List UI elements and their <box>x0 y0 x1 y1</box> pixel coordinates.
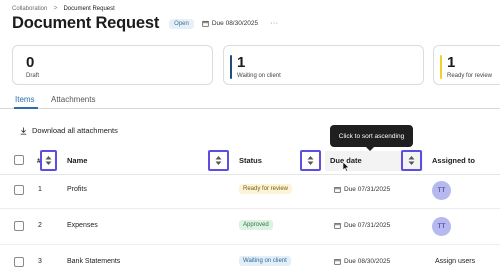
column-header-status[interactable]: Status <box>239 156 262 165</box>
sort-updown-icon <box>307 156 314 165</box>
header-due-text: Due 08/30/2025 <box>211 20 259 27</box>
download-all-label: Download all attachments <box>32 126 118 135</box>
row-divider <box>0 208 500 209</box>
tooltip-text: Click to sort ascending <box>338 132 405 140</box>
status-badge: Open <box>169 18 194 29</box>
sort-updown-icon <box>45 156 52 165</box>
summary-card-value: 1 <box>447 54 456 71</box>
status-badge: Waiting on client <box>239 256 291 266</box>
status-badge: Ready for review <box>239 184 293 194</box>
sort-updown-icon <box>215 156 222 165</box>
summary-card-label: Ready for review <box>447 73 493 79</box>
page-title: Document Request <box>12 14 160 32</box>
calendar-icon <box>334 259 341 265</box>
row-due-date: Due 07/31/2025 <box>334 222 390 229</box>
calendar-icon <box>334 223 341 229</box>
row-number: 3 <box>38 258 42 265</box>
summary-card-draft[interactable]: 0 Draft <box>12 45 213 85</box>
row-divider <box>0 244 500 245</box>
status-color-bar <box>230 55 232 79</box>
status-color-bar <box>440 55 442 79</box>
column-header-assigned: Assigned to <box>432 156 475 165</box>
breadcrumb-separator: > <box>53 5 58 12</box>
breadcrumb-current: Document Request <box>63 5 115 12</box>
sort-button-status[interactable] <box>300 150 321 171</box>
tab-bar: Items Attachments <box>0 91 500 109</box>
header-due-date: Due 08/30/2025 <box>202 20 258 27</box>
mouse-pointer-icon <box>343 162 350 172</box>
calendar-icon <box>334 187 341 193</box>
row-number: 2 <box>38 222 42 229</box>
column-header-name[interactable]: Name <box>67 156 87 165</box>
sort-button-number[interactable] <box>40 150 57 171</box>
breadcrumb-collaboration[interactable]: Collaboration <box>12 6 47 12</box>
sort-updown-icon <box>408 156 415 165</box>
summary-card-review[interactable]: 1 Ready for review <box>433 45 500 85</box>
row-checkbox[interactable] <box>14 257 24 267</box>
calendar-icon <box>202 20 209 27</box>
assign-users-link[interactable]: Assign users <box>435 258 475 265</box>
summary-card-value: 1 <box>237 54 246 71</box>
download-icon <box>20 127 27 135</box>
row-due-text: Due 07/31/2025 <box>344 186 391 193</box>
row-checkbox[interactable] <box>14 221 24 231</box>
summary-card-value: 0 <box>26 54 35 71</box>
header-divider <box>0 174 500 175</box>
status-badge: Approved <box>239 220 273 230</box>
row-due-date: Due 07/31/2025 <box>334 186 390 193</box>
row-checkbox[interactable] <box>14 185 24 195</box>
row-due-text: Due 08/30/2025 <box>344 258 391 265</box>
summary-card-waiting[interactable]: 1 Waiting on client <box>223 45 424 85</box>
row-number: 1 <box>38 186 42 193</box>
row-due-date: Due 08/30/2025 <box>334 258 390 265</box>
row-due-text: Due 07/31/2025 <box>344 222 391 229</box>
row-name[interactable]: Bank Statements <box>67 258 120 265</box>
row-name[interactable]: Profits <box>67 186 87 193</box>
avatar[interactable]: TT <box>432 181 451 200</box>
avatar[interactable]: TT <box>432 217 451 236</box>
active-tab-indicator <box>14 107 38 109</box>
title-row: Document Request Open Due 08/30/2025 ··· <box>12 14 279 33</box>
tab-attachments[interactable]: Attachments <box>51 95 95 104</box>
sort-button-due-date[interactable] <box>401 150 422 171</box>
breadcrumb: Collaboration > Document Request <box>12 5 115 12</box>
download-all-button[interactable]: Download all attachments <box>20 126 118 135</box>
tab-items[interactable]: Items <box>15 95 35 104</box>
select-all-checkbox[interactable] <box>14 155 24 165</box>
row-name[interactable]: Expenses <box>67 222 98 229</box>
more-options-button[interactable]: ··· <box>270 20 279 27</box>
summary-card-label: Waiting on client <box>237 73 281 79</box>
sort-tooltip: Click to sort ascending <box>330 125 413 151</box>
summary-card-label: Draft <box>26 73 40 79</box>
sort-button-name[interactable] <box>208 150 229 171</box>
